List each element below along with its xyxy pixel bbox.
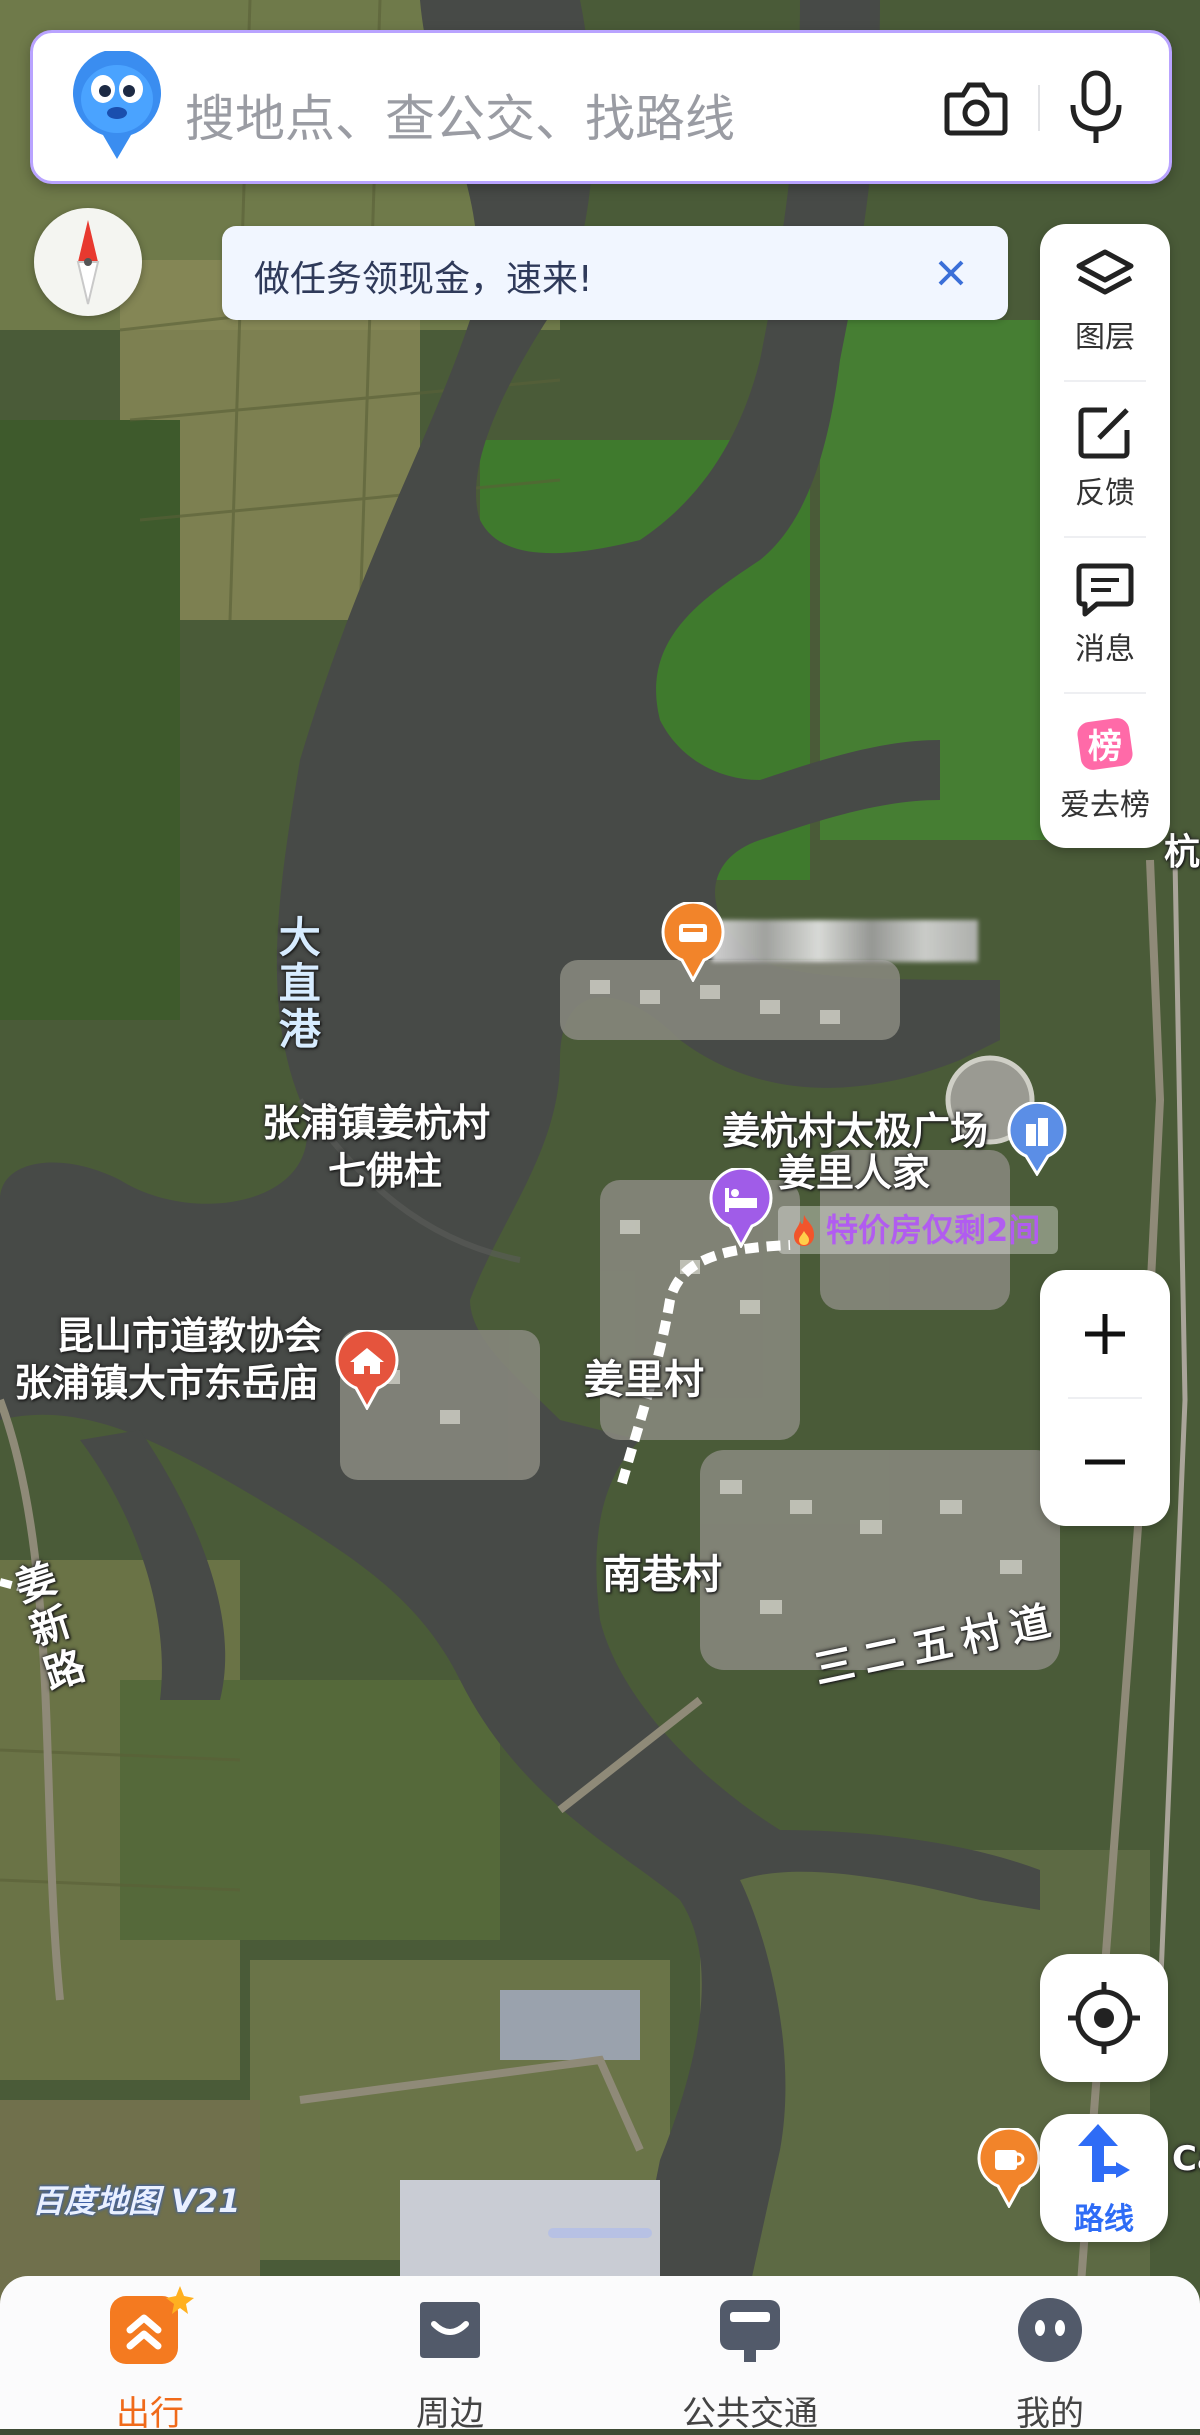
label-jiangli-village[interactable]: 姜里村 <box>584 1357 704 1403</box>
search-divider <box>1038 85 1040 131</box>
search-bar[interactable]: 搜地点、查公交、找路线 <box>30 30 1172 184</box>
close-icon[interactable] <box>924 246 978 300</box>
tool-divider <box>1064 692 1146 694</box>
svg-text:榜: 榜 <box>1088 727 1122 767</box>
route-label: 路线 <box>1074 2202 1134 2237</box>
label-dazhigang[interactable]: 大直港 <box>272 915 321 1053</box>
tool-messages-label: 消息 <box>1075 632 1135 667</box>
label-nanxiang-village[interactable]: 南巷村 <box>602 1552 722 1598</box>
tool-layers-label: 图层 <box>1075 320 1135 355</box>
bottom-navigation: 出行 周边 公共交通 我的 <box>0 2276 1200 2434</box>
nearby-icon <box>420 2302 480 2358</box>
label-daojiao-line1[interactable]: 昆山市道教协会 <box>56 1314 322 1359</box>
baidu-map-watermark: 百度地图 V21 <box>32 2182 241 2220</box>
nav-nearby[interactable]: 周边 <box>350 2276 550 2434</box>
zoom-controls <box>1040 1270 1170 1526</box>
hotel-deal-text: 特价房仅剩2间 <box>826 1211 1041 1249</box>
tool-divider <box>1064 380 1146 382</box>
nav-profile-label: 我的 <box>1016 2394 1084 2434</box>
label-cat-partial[interactable]: Cat <box>1172 2139 1200 2179</box>
blurred-poi-name <box>712 920 978 962</box>
camera-icon[interactable] <box>941 73 1011 143</box>
tool-layers[interactable]: 图层 <box>1040 246 1170 396</box>
label-taiji-square[interactable]: 姜杭村太极广场 <box>722 1109 988 1154</box>
app-mascot-icon[interactable] <box>69 51 165 161</box>
route-button[interactable]: 路线 <box>1040 2114 1168 2242</box>
travel-icon <box>110 2286 194 2364</box>
label-qifozhu-line2[interactable]: 七佛柱 <box>328 1149 442 1194</box>
nav-transit-label: 公共交通 <box>682 2394 818 2434</box>
label-qifozhu-line1[interactable]: 张浦镇姜杭村 <box>262 1101 490 1146</box>
tool-ranking-label: 爱去榜 <box>1060 788 1150 823</box>
map-tools-panel: 图层 反馈 消息 榜 爱去榜 <box>1040 224 1170 848</box>
layers-icon <box>1076 249 1134 295</box>
temple-pin-icon[interactable] <box>334 1330 400 1410</box>
locate-icon <box>1068 1982 1140 2054</box>
hotel-deal-tag[interactable]: 特价房仅剩2间 <box>778 1206 1059 1254</box>
zoom-out-icon[interactable] <box>1040 1398 1170 1526</box>
label-daojiao-line2[interactable]: 张浦镇大市东岳庙 <box>14 1361 318 1406</box>
nav-nearby-label: 周边 <box>416 2394 484 2434</box>
tool-feedback-label: 反馈 <box>1075 476 1135 511</box>
tool-ranking[interactable]: 榜 爱去榜 <box>1040 714 1170 864</box>
nav-travel-label: 出行 <box>116 2394 184 2434</box>
hotel-pin-icon[interactable] <box>660 902 726 982</box>
task-banner[interactable]: 做任务领现金，速来! <box>222 226 1008 320</box>
search-input[interactable]: 搜地点、查公交、找路线 <box>185 79 735 151</box>
locate-button[interactable] <box>1040 1954 1168 2082</box>
compass-needle-icon <box>76 220 100 305</box>
task-banner-text: 做任务领现金，速来! <box>254 259 593 300</box>
label-jiangli-renjia[interactable]: 姜里人家 <box>778 1151 930 1196</box>
microphone-icon[interactable] <box>1063 67 1129 147</box>
route-arrow-icon <box>1078 2124 1130 2182</box>
profile-icon <box>1018 2298 1082 2362</box>
nav-profile[interactable]: 我的 <box>950 2276 1150 2434</box>
feedback-icon <box>1078 407 1130 459</box>
cafe-pin-icon[interactable] <box>976 2128 1042 2208</box>
zoom-in-icon[interactable] <box>1040 1270 1170 1398</box>
tool-messages[interactable]: 消息 <box>1040 558 1170 708</box>
lodging-pin-icon[interactable] <box>708 1168 774 1248</box>
tool-feedback[interactable]: 反馈 <box>1040 402 1170 552</box>
tool-divider <box>1064 536 1146 538</box>
square-pin-icon[interactable] <box>1006 1102 1068 1176</box>
nav-travel[interactable]: 出行 <box>50 2276 250 2434</box>
compass[interactable] <box>34 208 142 316</box>
fire-icon <box>794 1215 814 1246</box>
nav-transit[interactable]: 公共交通 <box>650 2276 850 2434</box>
transit-icon <box>720 2300 780 2362</box>
sheet-handle[interactable] <box>548 2228 652 2238</box>
ranking-icon: 榜 <box>1077 718 1133 770</box>
message-icon <box>1076 563 1134 617</box>
